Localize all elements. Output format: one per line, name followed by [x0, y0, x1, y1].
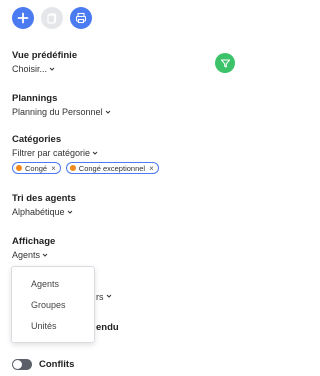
affichage-select[interactable]: Agents [12, 250, 55, 260]
remove-chip-icon[interactable]: × [51, 164, 56, 173]
category-dot [69, 165, 76, 171]
affichage-section: Affichage Agents [12, 236, 55, 260]
affichage-value: Agents [12, 250, 41, 260]
vue-predefinie-section: Vue prédéfinie Choisir... [12, 50, 77, 74]
affichage-title: Affichage [12, 236, 56, 247]
conflits-label: Conflits [39, 359, 75, 370]
remove-chip-icon[interactable]: × [149, 164, 154, 173]
add-button[interactable] [12, 7, 34, 29]
conflits-row: Conflits [12, 359, 74, 370]
chevron-down-icon [105, 110, 110, 114]
categories-title: Catégories [12, 134, 62, 145]
tri-section: Tri des agents Alphabétique [12, 193, 76, 217]
dropdown-option-unites[interactable]: Unités [31, 321, 57, 331]
print-button[interactable] [70, 7, 92, 29]
vue-predefinie-value: Choisir... [12, 64, 48, 74]
category-chip-label: Congé [25, 163, 48, 173]
categories-select[interactable]: Filtrer par catégorie [12, 148, 159, 158]
category-chip-label: Congé exceptionnel [78, 163, 146, 173]
plannings-title: Plannings [12, 93, 58, 104]
chevron-down-icon [67, 210, 72, 214]
print-icon [75, 12, 87, 24]
plus-icon [17, 12, 29, 24]
affichage-dropdown: Agents Groupes Unités [11, 266, 95, 343]
filter-icon [220, 58, 230, 68]
chevron-down-icon [49, 67, 55, 71]
conflits-toggle[interactable] [12, 359, 32, 370]
vue-predefinie-title: Vue prédéfinie [12, 50, 78, 61]
chevron-down-icon [42, 253, 48, 257]
category-chip[interactable]: Congé exceptionnel × [65, 162, 159, 174]
filter-button[interactable] [215, 53, 235, 73]
plannings-value: Planning du Personnel [12, 107, 103, 117]
tri-value: Alphabétique [12, 207, 65, 217]
category-chip[interactable]: Congé × [12, 162, 61, 174]
copy-button[interactable] [41, 7, 63, 29]
toggle-knob [13, 360, 22, 369]
copy-icon [47, 13, 57, 24]
tri-title: Tri des agents [12, 193, 76, 204]
plannings-select[interactable]: Planning du Personnel [12, 107, 112, 117]
chevron-down-icon [106, 294, 111, 298]
categories-value: Filtrer par catégorie [12, 148, 91, 158]
vue-predefinie-select[interactable]: Choisir... [12, 64, 77, 74]
dropdown-option-groupes[interactable]: Groupes [31, 300, 66, 310]
chevron-down-icon [92, 151, 98, 155]
partial-value-text: rs [96, 292, 104, 302]
partial-select-value[interactable]: rs [96, 292, 113, 302]
categories-section: Catégories Filtrer par catégorie Congé ×… [12, 134, 159, 174]
partial-section-title: endu [96, 322, 119, 333]
category-chips: Congé × Congé exceptionnel × [12, 162, 159, 174]
toolbar [12, 7, 92, 29]
category-dot [16, 165, 22, 171]
plannings-section: Plannings Planning du Personnel [12, 93, 112, 117]
tri-select[interactable]: Alphabétique [12, 207, 76, 217]
dropdown-option-agents[interactable]: Agents [31, 279, 59, 289]
